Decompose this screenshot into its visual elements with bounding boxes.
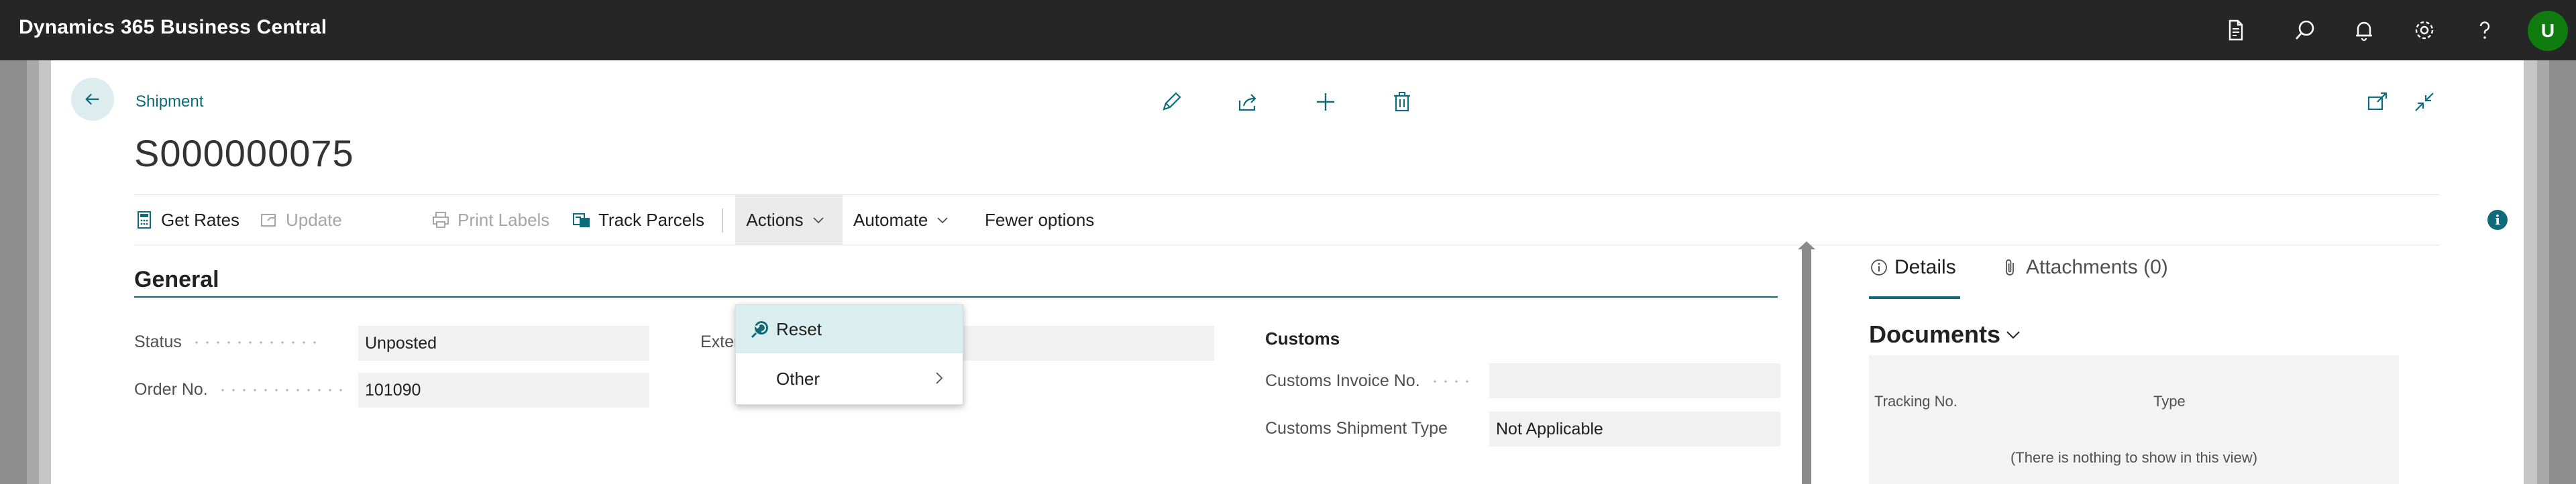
menu-item-reset[interactable]: Reset [736,305,963,353]
tab-attachments[interactable]: Attachments (0) [2000,256,2168,279]
print-labels-button[interactable]: Print Labels [431,195,558,245]
menu-item-other[interactable]: Other [736,355,963,403]
label-dots [191,341,319,344]
page-title: S000000075 [134,132,354,174]
customs-shipment-type-field[interactable]: Not Applicable [1489,412,1780,446]
documents-list: Tracking No. Type (There is nothing to s… [1869,355,2399,484]
status-field[interactable]: Unposted [358,326,649,361]
track-parcel-icon [573,213,590,227]
arrow-left-icon [85,93,99,105]
empty-list-message: (There is nothing to show in this view) [2010,449,2258,466]
column-header-type[interactable]: Type [2153,393,2186,410]
menu-item-other-label: Other [776,368,820,389]
scroll-up-arrow[interactable] [1798,241,1815,249]
customs-invoice-no-field[interactable] [1489,363,1780,398]
search-icon[interactable] [2292,17,2318,44]
help-icon[interactable] [2471,17,2498,44]
delete-icon[interactable] [1389,88,1415,115]
user-avatar[interactable]: U [2528,11,2568,51]
printer-icon [433,212,449,228]
update-label: Update [286,209,342,230]
track-parcels-label: Track Parcels [598,209,704,230]
track-parcels-button[interactable]: Track Parcels [572,195,706,245]
actions-dropdown-menu: Reset Other [735,304,963,405]
update-button[interactable]: Update [259,195,346,245]
action-bar: Get Rates Update Print Labels Track Parc… [134,194,2508,245]
order-no-label-text: Order No. [134,380,208,399]
shipment-card: Shipment S000000075 Get Rates Update Pri… [51,60,2524,484]
customs-shipment-type-label-text: Customs Shipment Type [1265,419,1448,438]
paperclip-icon [2006,259,2014,276]
label-dots [1429,379,1477,383]
automate-menu-button[interactable]: Automate [853,195,961,245]
update-icon [261,214,276,227]
active-tab-indicator [1869,296,1960,299]
order-no-field[interactable]: 101090 [358,373,649,408]
general-section-header[interactable]: General [134,267,1778,298]
open-new-window-icon[interactable] [2364,88,2391,115]
order-no-label: Order No. [134,380,345,400]
documents-title: Documents [1869,320,2001,348]
status-label: Status [134,332,319,352]
info-icon[interactable]: i [2487,210,2508,230]
get-rates-label: Get Rates [161,209,240,230]
documents-section-header[interactable]: Documents [1869,320,2022,349]
customs-group-title: Customs [1265,328,1340,349]
chevron-down-icon [937,217,948,224]
gear-icon[interactable] [2411,17,2438,44]
status-label-text: Status [134,332,182,351]
fewer-options-label: Fewer options [985,209,1095,230]
chevron-down-icon [2006,331,2020,339]
customs-invoice-no-label-text: Customs Invoice No. [1265,371,1420,390]
back-button[interactable] [71,78,114,121]
customs-shipment-type-label: Customs Shipment Type [1265,419,1448,438]
breadcrumb: Shipment [136,93,204,111]
info-outline-icon [1871,259,1887,276]
external-document-no-field[interactable] [923,326,1214,361]
bell-icon[interactable] [2351,17,2377,44]
fewer-options-button[interactable]: Fewer options [985,195,1106,245]
document-icon[interactable] [2222,17,2249,44]
reset-icon [751,321,768,339]
chevron-down-icon [812,217,824,224]
label-dots [217,388,345,391]
tab-attachments-label: Attachments (0) [2026,256,2168,278]
app-top-bar: Dynamics 365 Business Central U [0,0,2576,60]
print-labels-label: Print Labels [458,209,550,230]
automate-label: Automate [853,209,928,230]
app-title[interactable]: Dynamics 365 Business Central [19,16,327,39]
tab-details[interactable]: Details [1869,256,1956,279]
get-rates-button[interactable]: Get Rates [134,195,241,245]
share-icon[interactable] [1234,88,1261,115]
toolbar-separator [722,208,723,233]
edit-icon[interactable] [1158,88,1185,115]
general-title: General [134,267,219,292]
collapse-icon[interactable] [2411,88,2438,115]
actions-label: Actions [746,209,804,230]
customs-invoice-no-label: Customs Invoice No. [1265,371,1477,391]
actions-menu-button[interactable]: Actions [735,195,843,245]
column-header-tracking-no[interactable]: Tracking No. [1874,393,1957,410]
scrollbar[interactable] [1802,249,1811,484]
calculator-icon [138,211,151,229]
menu-item-reset-label: Reset [776,318,822,339]
chevron-right-icon [936,372,943,384]
new-icon[interactable] [1312,88,1339,115]
tab-details-label: Details [1894,256,1956,278]
